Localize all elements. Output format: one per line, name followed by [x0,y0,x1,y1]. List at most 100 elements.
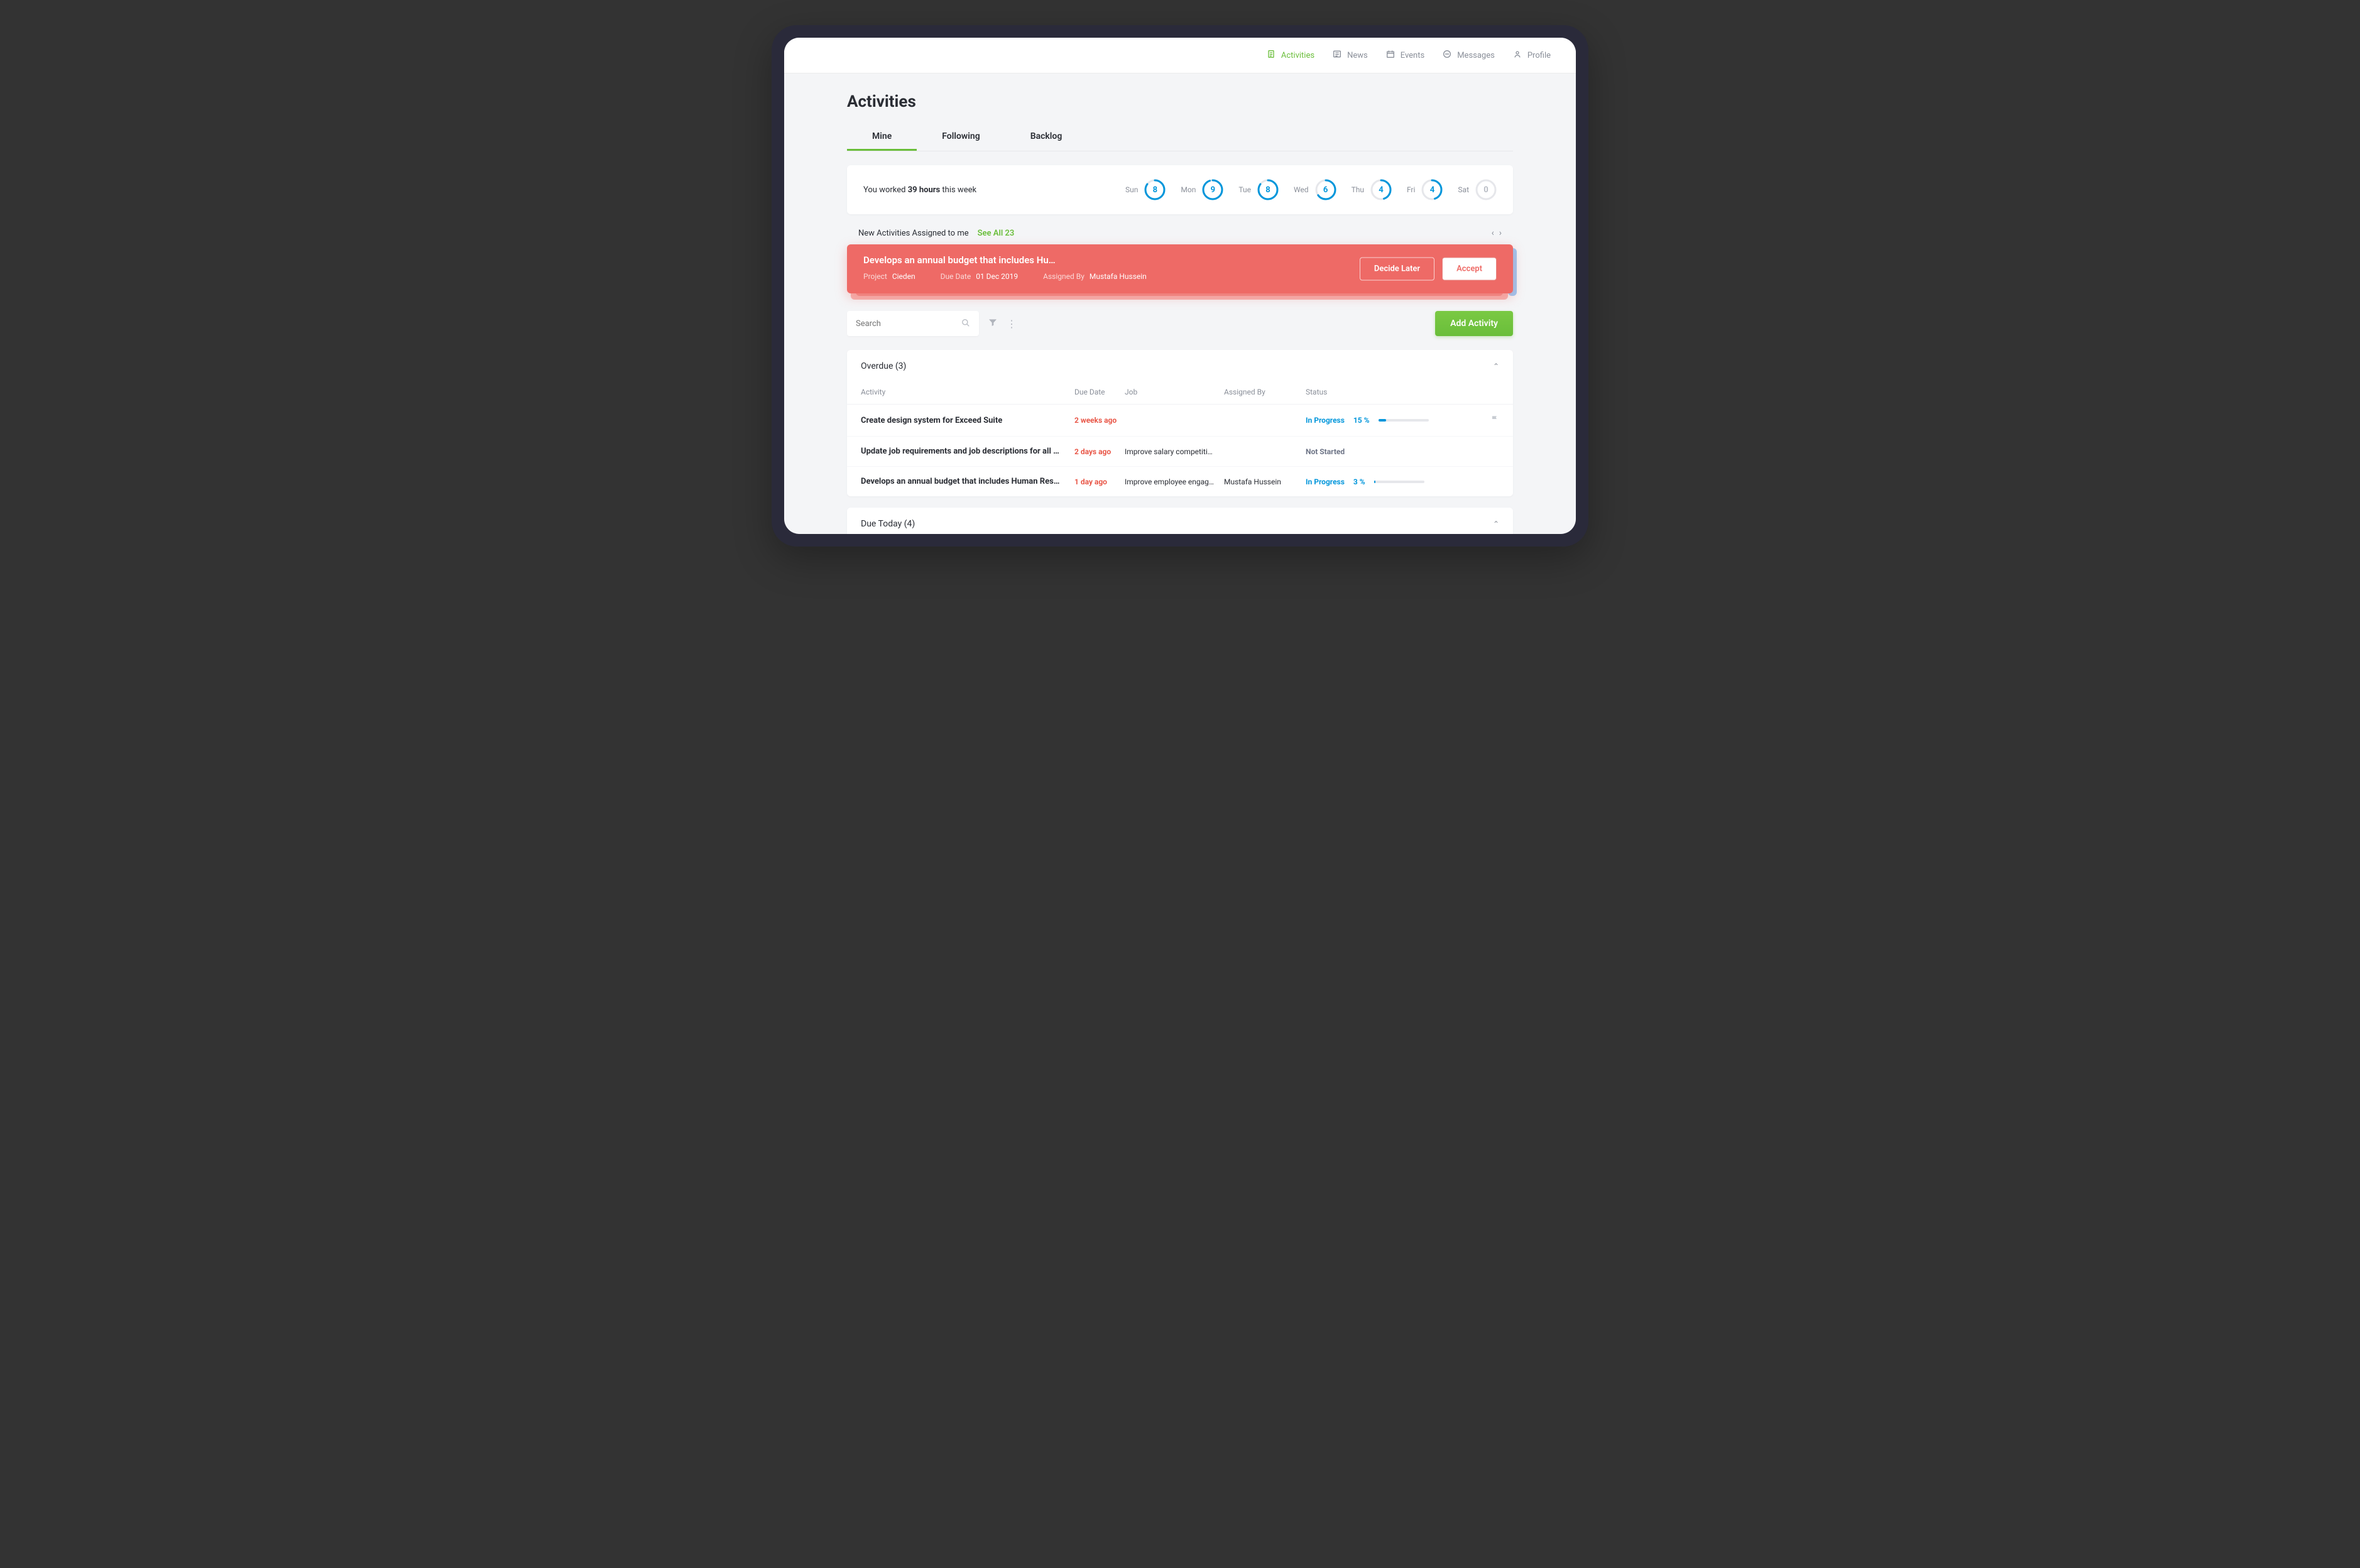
due-date: 2 days ago [1074,447,1125,456]
day-circles: Sun 8 Mon 9 Tue 8 Wed 6 Thu 4 Fri 4 Sat 0 [1125,179,1497,200]
screen: Activities News Events Messages Profile Acti… [784,38,1576,534]
page-title: Activities [847,92,1513,111]
day-sat: Sat 0 [1458,179,1497,200]
profile-icon [1512,49,1522,62]
nav-label: News [1347,51,1368,60]
more-icon[interactable]: ⋮ [1007,318,1017,330]
search-input[interactable] [856,319,961,329]
section-title: Due Today (4) [861,519,915,529]
due-label: Due Date [941,272,971,281]
day-circle[interactable]: 8 [1257,179,1279,200]
device-frame: Activities News Events Messages Profile Acti… [772,25,1588,547]
day-label: Wed [1294,185,1309,194]
by-value: Mustafa Hussein [1090,272,1147,281]
progress-pct: 3 % [1353,477,1365,486]
due-value: 01 Dec 2019 [976,272,1018,281]
accept-button[interactable]: Accept [1442,258,1497,281]
next-card-button[interactable]: › [1499,228,1502,238]
job-name: Improve salary competiti… [1125,447,1224,456]
activities-icon [1266,49,1276,62]
assigned-card[interactable]: Develops an annual budget that includes … [847,244,1513,293]
hours-text: You worked 39 hours this week [863,185,976,195]
day-circle[interactable]: 9 [1202,179,1223,200]
day-mon: Mon 9 [1181,179,1223,200]
tabs: MineFollowingBacklog [847,124,1513,151]
hours-card: You worked 39 hours this week Sun 8 Mon 9 Tu… [847,165,1513,214]
hours-value: 39 hours [908,185,941,195]
events-icon [1385,49,1396,62]
news-icon [1332,49,1342,62]
day-tue: Tue 8 [1238,179,1279,200]
nav-label: Activities [1281,51,1314,60]
day-circle[interactable]: 6 [1315,179,1336,200]
table-row[interactable]: Create design system for Exceed Suite 2 … [847,405,1513,437]
messages-icon [1442,49,1452,62]
nav-messages[interactable]: Messages [1442,49,1495,62]
day-circle[interactable]: 0 [1475,179,1497,200]
day-wed: Wed 6 [1294,179,1336,200]
day-circle[interactable]: 4 [1421,179,1443,200]
status-cell: In Progress 3 % [1306,477,1499,486]
section-title: Overdue (3) [861,361,906,371]
section-panel: Overdue (3) ⌃ ActivityDue DateJobAssigne… [847,350,1513,496]
col-header: Due Date [1074,388,1125,396]
decide-later-button[interactable]: Decide Later [1360,258,1434,281]
section-header[interactable]: Due Today (4) ⌃ [847,508,1513,534]
section-header[interactable]: Overdue (3) ⌃ [847,350,1513,383]
project-label: Project [863,272,887,281]
toolbar: ⋮ Add Activity [847,311,1513,336]
col-header: Job [1125,388,1224,396]
day-label: Mon [1181,185,1196,194]
status-text: In Progress [1306,477,1345,486]
assigned-card-stack: Develops an annual budget that includes … [847,244,1513,293]
day-label: Tue [1238,185,1251,194]
activity-name: Create design system for Exceed Suite [861,416,1074,425]
search-icon[interactable] [961,318,970,330]
table-row[interactable]: Develops an annual budget that includes … [847,467,1513,496]
activity-name: Update job requirements and job descript… [861,447,1074,456]
progress-bar [1374,481,1424,483]
nav-activities[interactable]: Activities [1266,49,1314,62]
day-label: Fri [1407,185,1415,194]
section-panel: Due Today (4) ⌃ ActivityDue DateJobAssig… [847,508,1513,534]
chevron-up-icon: ⌃ [1493,520,1499,528]
progress-bar [1379,419,1429,422]
due-date: 1 day ago [1074,477,1125,486]
top-nav: Activities News Events Messages Profile [784,38,1576,74]
nav-events[interactable]: Events [1385,49,1424,62]
tab-following[interactable]: Following [917,124,1005,151]
job-name: Improve employee engag… [1125,477,1224,486]
nav-label: Profile [1527,51,1551,60]
project-value: Cieden [892,272,915,281]
card-nav-arrows: ‹ › [1492,228,1502,238]
nav-news[interactable]: News [1332,49,1368,62]
day-label: Sun [1125,185,1138,194]
see-all-link[interactable]: See All 23 [978,229,1015,238]
day-label: Thu [1352,185,1364,194]
day-label: Sat [1458,185,1469,194]
day-circle[interactable]: 8 [1144,179,1166,200]
col-header: Activity [861,388,1074,396]
filter-icon[interactable] [988,317,998,330]
day-thu: Thu 4 [1352,179,1392,200]
day-fri: Fri 4 [1407,179,1443,200]
nav-profile[interactable]: Profile [1512,49,1551,62]
col-header: Assigned By [1224,388,1306,396]
add-activity-button[interactable]: Add Activity [1435,311,1513,336]
hours-suffix: this week [940,185,976,195]
table-header: ActivityDue DateJobAssigned ByStatus [847,383,1513,405]
nav-label: Messages [1457,51,1495,60]
flag-icon[interactable] [1490,415,1499,426]
status-text: In Progress [1306,416,1345,425]
hours-prefix: You worked [863,185,908,195]
day-sun: Sun 8 [1125,179,1166,200]
tab-backlog[interactable]: Backlog [1005,124,1088,151]
tab-mine[interactable]: Mine [847,124,917,151]
due-date: 2 weeks ago [1074,416,1125,425]
table-row[interactable]: Update job requirements and job descript… [847,437,1513,467]
assigned-header-text: New Activities Assigned to me [858,229,969,238]
by-label: Assigned By [1043,272,1084,281]
day-circle[interactable]: 4 [1370,179,1392,200]
prev-card-button[interactable]: ‹ [1492,228,1494,238]
status-cell: Not Started [1306,447,1499,456]
